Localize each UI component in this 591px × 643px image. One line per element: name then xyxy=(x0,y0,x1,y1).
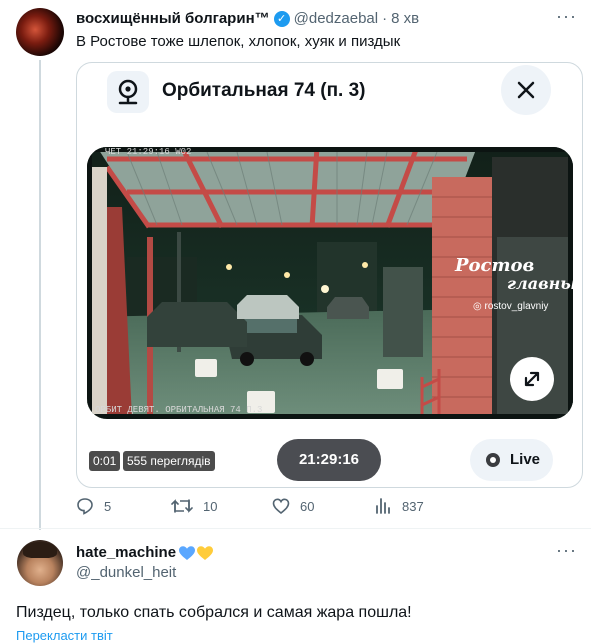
avatar[interactable] xyxy=(17,540,63,586)
more-icon[interactable]: ··· xyxy=(556,6,577,27)
tweet-1[interactable]: восхищённый болгарин™ ✓ @dedzaebal · 8 х… xyxy=(0,0,591,530)
live-label: Live xyxy=(510,451,541,468)
handle[interactable]: @dedzaebal xyxy=(294,10,378,27)
reply-icon xyxy=(77,498,93,515)
reply-button[interactable]: 5 xyxy=(76,497,111,515)
retweet-icon xyxy=(171,499,193,513)
video-timestamp: ЧЕТ 21:29:16 W02 xyxy=(105,147,192,157)
video-camera-label: ОРБИТ ДЕВЯТ. ОРБИТАЛЬНАЯ 74 П.3 xyxy=(95,405,263,415)
like-count: 60 xyxy=(300,498,315,514)
expand-icon xyxy=(524,371,540,387)
separator: · xyxy=(382,10,388,27)
tweet-text: Пиздец, только спать собрался и самая жа… xyxy=(16,604,412,621)
expand-button[interactable] xyxy=(510,357,554,401)
watermark-logo: Ростов главный ◎ rostov_glavniy xyxy=(455,255,573,313)
divider xyxy=(0,528,591,529)
display-name[interactable]: hate_machine xyxy=(76,544,176,561)
translate-link[interactable]: Перекласти твіт xyxy=(16,628,113,643)
handle[interactable]: @_dunkel_heit xyxy=(76,564,176,581)
views-icon xyxy=(376,498,390,514)
media-card[interactable]: Орбитальная 74 (п. 3) ЧЕТ 21:29:16 W02 О… xyxy=(76,62,583,488)
retweet-button[interactable]: 10 xyxy=(171,497,217,515)
views-button[interactable]: 837 xyxy=(374,497,424,515)
video-time-badge: 0:01 xyxy=(89,451,121,471)
live-dot-icon xyxy=(486,453,500,467)
tweet-time[interactable]: 8 хв xyxy=(391,10,419,27)
avatar[interactable] xyxy=(16,8,64,56)
avatar-hair xyxy=(23,542,57,558)
tweet-text: В Ростове тоже шлепок, хлопок, хуяк и пи… xyxy=(76,33,401,50)
tweet-header: восхищённый болгарин™ ✓ @dedzaebal · 8 х… xyxy=(76,10,419,27)
tweet-actions: 5 10 60 837 xyxy=(76,497,536,519)
like-icon xyxy=(272,498,290,515)
live-button[interactable]: Live xyxy=(470,439,553,481)
clock-pill[interactable]: 21:29:16 xyxy=(277,439,381,481)
logo-handle: ◎ rostov_glavniy xyxy=(473,301,549,312)
video-views-badge: 555 переглядів xyxy=(123,451,215,471)
camera-pin-icon xyxy=(107,71,149,113)
close-button[interactable] xyxy=(501,65,551,115)
display-name-row: hate_machine xyxy=(76,544,214,561)
close-icon xyxy=(517,81,535,99)
views-count: 837 xyxy=(402,498,424,514)
verified-badge-icon: ✓ xyxy=(273,10,290,27)
thread-line xyxy=(39,60,41,530)
reply-count: 5 xyxy=(104,498,112,514)
video-player[interactable]: ЧЕТ 21:29:16 W02 ОРБИТ ДЕВЯТ. ОРБИТАЛЬНА… xyxy=(87,147,573,419)
retweet-count: 10 xyxy=(203,498,218,514)
like-button[interactable]: 60 xyxy=(272,497,314,515)
logo-line2: главный xyxy=(507,274,573,293)
logo-line1: Ростов xyxy=(455,255,535,276)
blue-heart-icon xyxy=(179,545,196,560)
logo-handle-text: rostov_glavniy xyxy=(484,301,549,312)
display-name[interactable]: восхищённый болгарин™ xyxy=(76,10,270,27)
more-icon[interactable]: ··· xyxy=(556,540,577,561)
camera-title: Орбитальная 74 (п. 3) xyxy=(162,80,366,101)
yellow-heart-icon xyxy=(197,545,214,560)
